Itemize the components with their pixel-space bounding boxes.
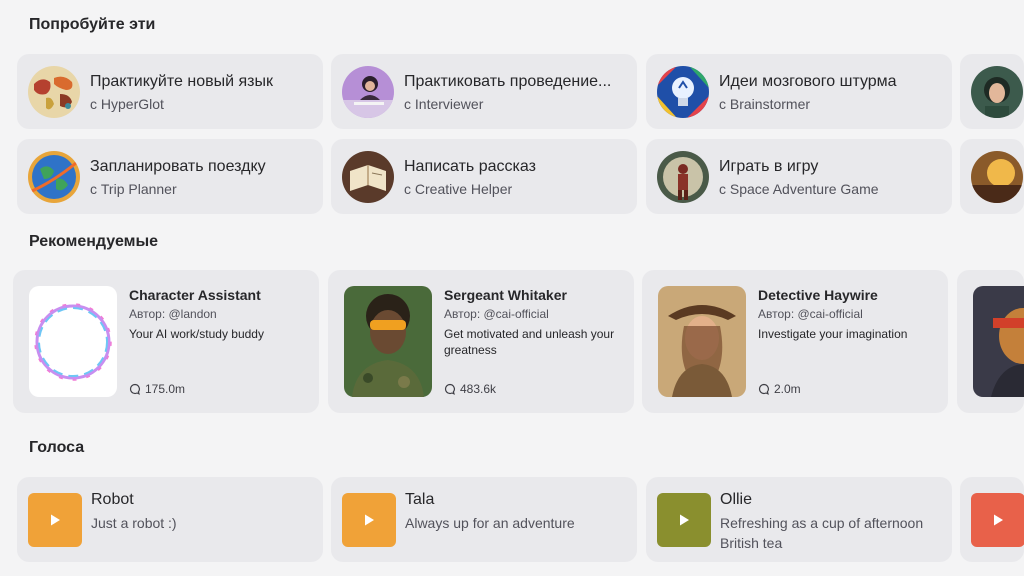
character-avatar-icon bbox=[971, 66, 1023, 118]
play-icon bbox=[991, 513, 1005, 527]
voice-name: Tala bbox=[405, 491, 435, 508]
chat-count-value: 483.6k bbox=[460, 382, 497, 396]
suggestion-card-trip-planner[interactable]: Запланировать поездку с Trip Planner bbox=[17, 139, 323, 214]
chat-bubble-icon bbox=[758, 383, 770, 395]
featured-description: Get motivated and unleash your greatness bbox=[444, 327, 615, 357]
voice-name: Robot bbox=[91, 491, 134, 508]
featured-author: Автор: @cai-official bbox=[444, 307, 549, 321]
suggestion-title: Идеи мозгового штурма bbox=[719, 73, 897, 90]
character-image-partial bbox=[973, 286, 1024, 397]
detective-haywire-image bbox=[658, 286, 746, 397]
suggestion-title: Практикуйте новый язык bbox=[90, 73, 273, 90]
suggestion-card-hyperglot[interactable]: Практикуйте новый язык с HyperGlot bbox=[17, 54, 323, 129]
suggestion-subtitle: с Brainstormer bbox=[719, 96, 811, 112]
chat-count: 483.6k bbox=[444, 382, 496, 396]
astronaut-icon bbox=[657, 151, 709, 203]
featured-card-sergeant-whitaker[interactable]: Sergeant Whitaker Автор: @cai-official G… bbox=[328, 270, 634, 413]
voice-description: Just a robot :) bbox=[91, 515, 177, 531]
featured-card-detective-haywire[interactable]: Detective Haywire Автор: @cai-official I… bbox=[642, 270, 948, 413]
notebook-icon bbox=[342, 151, 394, 203]
suggestion-subtitle: с Trip Planner bbox=[90, 181, 177, 197]
play-button[interactable] bbox=[342, 493, 396, 547]
suggestion-subtitle: с Space Adventure Game bbox=[719, 181, 879, 197]
lightbulb-icon bbox=[657, 66, 709, 118]
suggestion-subtitle: с Interviewer bbox=[404, 96, 484, 112]
suggestion-card-space-adventure[interactable]: Играть в игру с Space Adventure Game bbox=[646, 139, 952, 214]
suggestion-title: Играть в игру bbox=[719, 158, 819, 175]
suggestion-card-brainstormer[interactable]: Идеи мозгового штурма с Brainstormer bbox=[646, 54, 952, 129]
voice-description: Refreshing as a cup of afternoon British… bbox=[720, 515, 924, 551]
play-icon bbox=[677, 513, 691, 527]
suggestion-card-creative-helper[interactable]: Написать рассказ с Creative Helper bbox=[331, 139, 637, 214]
featured-description: Your AI work/study buddy bbox=[129, 327, 264, 341]
world-map-icon bbox=[28, 66, 80, 118]
chat-count: 2.0m bbox=[758, 382, 801, 396]
play-button[interactable] bbox=[28, 493, 82, 547]
suggestion-card-partial-2[interactable] bbox=[960, 139, 1024, 214]
chat-bubble-icon bbox=[444, 383, 456, 395]
play-button[interactable] bbox=[657, 493, 711, 547]
featured-name: Sergeant Whitaker bbox=[444, 287, 567, 303]
suggestion-card-interviewer[interactable]: Практиковать проведение... с Interviewer bbox=[331, 54, 637, 129]
globe-icon bbox=[28, 151, 80, 203]
voice-description: Always up for an adventure bbox=[405, 515, 575, 531]
featured-name: Detective Haywire bbox=[758, 287, 878, 303]
play-icon bbox=[48, 513, 62, 527]
voice-name: Ollie bbox=[720, 491, 753, 508]
play-icon bbox=[362, 513, 376, 527]
sergeant-whitaker-image bbox=[344, 286, 432, 397]
suggestion-title: Написать рассказ bbox=[404, 158, 536, 175]
chat-count-value: 175.0m bbox=[145, 382, 186, 396]
featured-name: Character Assistant bbox=[129, 287, 261, 303]
suggestion-title: Практиковать проведение... bbox=[404, 73, 612, 90]
featured-card-character-assistant[interactable]: Character Assistant Автор: @landon Your … bbox=[13, 270, 319, 413]
voice-card-tala[interactable]: Tala Always up for an adventure bbox=[331, 477, 637, 562]
play-button[interactable] bbox=[971, 493, 1024, 547]
section-title-voices: Голоса bbox=[29, 439, 85, 456]
featured-author: Автор: @landon bbox=[129, 307, 217, 321]
suggestion-card-partial[interactable] bbox=[960, 54, 1024, 129]
chat-count: 175.0m bbox=[129, 382, 185, 396]
voice-card-ollie[interactable]: Ollie Refreshing as a cup of afternoon B… bbox=[646, 477, 952, 562]
chat-count-value: 2.0m bbox=[774, 382, 801, 396]
featured-description: Investigate your imagination bbox=[758, 327, 908, 341]
suggestion-title: Запланировать поездку bbox=[90, 158, 266, 175]
suggestion-subtitle: с HyperGlot bbox=[90, 96, 164, 112]
section-title-featured: Рекомендуемые bbox=[29, 233, 159, 250]
section-title-suggestions: Попробуйте эти bbox=[29, 16, 156, 33]
interviewer-icon bbox=[342, 66, 394, 118]
voice-card-partial[interactable] bbox=[960, 477, 1024, 562]
character-assistant-image bbox=[29, 286, 117, 397]
sunset-avatar-icon bbox=[971, 151, 1023, 203]
featured-author: Автор: @cai-official bbox=[758, 307, 863, 321]
featured-card-partial[interactable] bbox=[957, 270, 1024, 413]
chat-bubble-icon bbox=[129, 383, 141, 395]
voice-card-robot[interactable]: Robot Just a robot :) bbox=[17, 477, 323, 562]
suggestion-subtitle: с Creative Helper bbox=[404, 181, 513, 197]
